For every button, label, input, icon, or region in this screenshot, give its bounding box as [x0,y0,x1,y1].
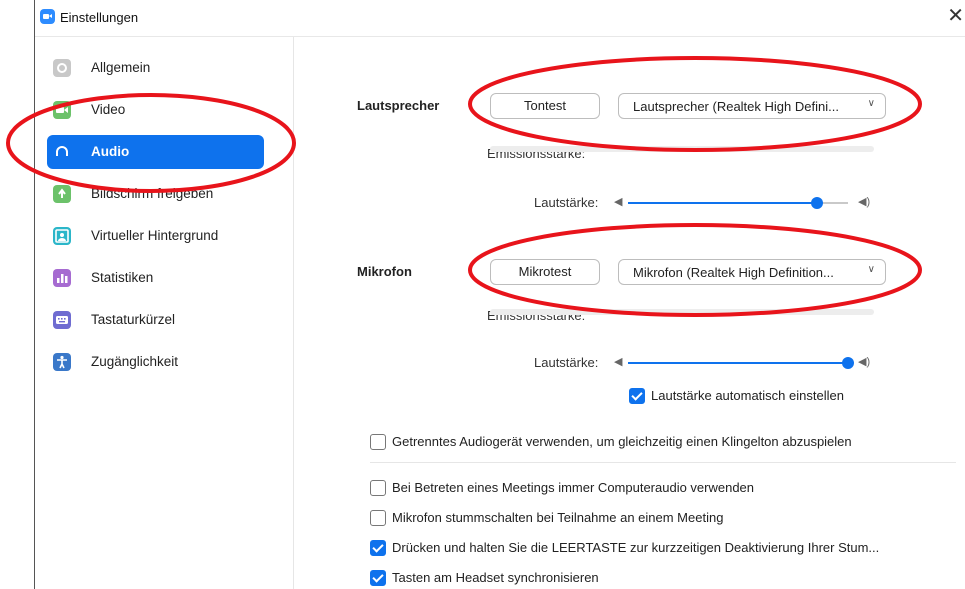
microphone-device-value: Mikrofon (Realtek High Definition... [633,265,834,280]
settings-sidebar: Allgemein Video Audio Bildschirm freigeb… [35,37,294,589]
sidebar-item-label: Virtueller Hintergrund [91,228,219,243]
keyboard-icon [53,311,71,329]
chevron-down-icon: ∨ [867,264,875,275]
volume-low-icon: ◀ [614,356,623,368]
sidebar-item-label: Bildschirm freigeben [91,186,214,201]
microphone-volume-label: Lautstärke: [534,355,599,370]
sidebar-item-video[interactable]: Video [47,93,264,127]
settings-window: Einstellungen ✕ Allgemein Video Audio Bi… [34,0,965,589]
slider-fill [628,362,848,364]
microphone-test-button[interactable]: Mikrotest [490,259,600,285]
audio-settings-panel: Lautsprecher Tontest Lautsprecher (Realt… [294,37,965,589]
video-camera-icon [53,101,71,119]
sidebar-item-virtueller-hintergrund[interactable]: Virtueller Hintergrund [47,219,264,253]
speaker-level-meter [490,146,874,152]
zoom-app-icon [40,9,55,24]
option-label: Tasten am Headset synchronisieren [392,570,599,585]
sidebar-item-allgemein[interactable]: Allgemein [47,51,264,85]
computer-audio-checkbox[interactable] [370,480,386,496]
speaker-device-select[interactable]: Lautsprecher (Realtek High Defini... ∨ [618,93,886,119]
divider [370,462,956,463]
sidebar-item-label: Video [91,102,126,117]
option-label: Bei Betreten eines Meetings immer Comput… [392,480,755,495]
volume-high-icon: ◀) [858,356,871,368]
virtual-background-icon [53,227,71,245]
sidebar-item-zugaenglichkeit[interactable]: Zugänglichkeit [47,345,264,379]
share-screen-icon [53,185,71,203]
slider-knob[interactable] [811,197,824,209]
push-to-talk-checkbox[interactable] [370,540,386,556]
gear-icon [53,59,71,77]
headset-sync-checkbox[interactable] [370,570,386,586]
option-label: Getrenntes Audiogerät verwenden, um glei… [392,434,852,449]
microphone-level-meter [490,309,874,315]
headphones-icon [53,143,71,161]
option-label: Drücken und halten Sie die LEERTASTE zur… [392,540,880,555]
title-bar: Einstellungen ✕ [35,0,965,37]
option-label: Mikrofon stummschalten bei Teilnahme an … [392,510,724,525]
sidebar-item-audio[interactable]: Audio [47,135,264,169]
sidebar-item-label: Allgemein [91,60,151,75]
microphone-section-label: Mikrofon [357,264,412,279]
slider-fill [628,202,818,204]
sidebar-item-label: Zugänglichkeit [91,354,179,369]
volume-high-icon: ◀) [858,196,871,208]
slider-knob[interactable] [842,357,854,369]
speaker-test-button[interactable]: Tontest [490,93,600,119]
sidebar-item-statistiken[interactable]: Statistiken [47,261,264,295]
sidebar-item-label: Statistiken [91,270,154,285]
accessibility-icon [53,353,71,371]
mute-on-join-checkbox[interactable] [370,510,386,526]
chevron-down-icon: ∨ [867,98,875,109]
sidebar-item-label: Audio [91,144,130,159]
sidebar-item-tastaturkuerzel[interactable]: Tastaturkürzel [47,303,264,337]
volume-low-icon: ◀ [614,196,623,208]
speaker-device-value: Lautsprecher (Realtek High Defini... [633,99,839,114]
speaker-volume-label: Lautstärke: [534,195,599,210]
separate-ringtone-checkbox[interactable] [370,434,386,450]
window-title: Einstellungen [60,10,139,25]
microphone-device-select[interactable]: Mikrofon (Realtek High Definition... ∨ [618,259,886,285]
sidebar-item-label: Tastaturkürzel [91,312,176,327]
speaker-section-label: Lautsprecher [357,98,440,113]
sidebar-item-bildschirm-freigeben[interactable]: Bildschirm freigeben [47,177,264,211]
auto-volume-label: Lautstärke automatisch einstellen [651,388,844,403]
auto-volume-checkbox[interactable] [629,388,645,404]
statistics-icon [53,269,71,287]
close-icon[interactable]: ✕ [947,6,964,26]
